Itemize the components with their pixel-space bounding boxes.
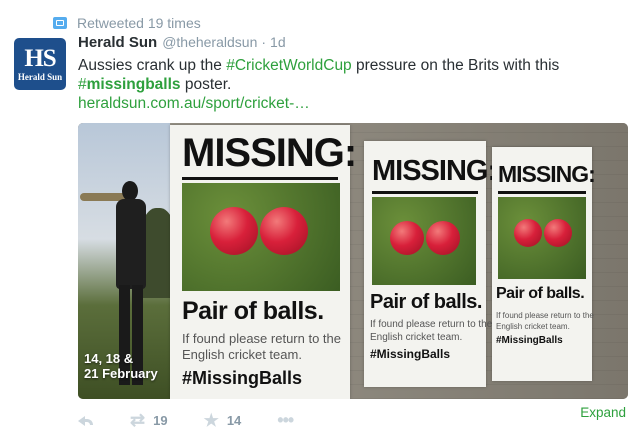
hashtag-cricketworldcup[interactable]: #CricketWorldCup	[226, 57, 351, 74]
star-icon: ★	[203, 410, 219, 430]
poster-2: MISSING: Pair of balls. If found please …	[364, 141, 497, 387]
tweet-header: Herald Sun @theheraldsun · 1d	[78, 34, 286, 54]
poster-hashtag: #MissingBalls	[370, 347, 451, 361]
favorite-count: 14	[226, 412, 242, 428]
poster-body-line-1: If found please return to the	[370, 319, 493, 330]
tweet-text-part: Aussies crank up the	[78, 57, 227, 74]
reply-button[interactable]	[78, 414, 94, 426]
retweet-context: Retweeted 19 times	[53, 13, 201, 33]
poster-subhead: Pair of balls.	[182, 297, 324, 325]
poster-headline: MISSING:	[372, 155, 497, 187]
poster-photo	[498, 197, 586, 279]
poster-rule	[372, 191, 478, 194]
poster-3: MISSING: Pair of balls. If found please …	[492, 147, 596, 381]
poster-hashtag: #MissingBalls	[496, 335, 563, 346]
tweet[interactable]: Retweeted 19 times HS Herald Sun Herald …	[0, 0, 640, 444]
poster-subhead: Pair of balls.	[370, 291, 482, 313]
tweet-photo[interactable]: 14, 18 & 21 February MISSING: Pair of ba…	[78, 123, 628, 399]
retweet-context-icon	[53, 17, 67, 29]
dates-line-1: 14, 18 &	[84, 351, 134, 366]
hashtag-missingballs[interactable]: #missingballs	[78, 76, 181, 93]
person-body	[116, 199, 146, 289]
retweet-icon: ⇄	[130, 410, 146, 430]
poster-headline: MISSING:	[182, 131, 357, 175]
tweet-link[interactable]: heraldsun.com.au/sport/cricket-…	[78, 95, 310, 113]
tweet-actions: ⇄ 19 ★ 14 •••	[78, 408, 329, 432]
poster-photo	[182, 183, 340, 291]
poster-hashtag: #MissingBalls	[182, 368, 303, 388]
favorite-button[interactable]: ★ 14	[204, 412, 242, 429]
poster-rule	[498, 191, 586, 194]
poster-subhead: Pair of balls.	[496, 285, 585, 302]
cricket-ball	[390, 221, 424, 255]
poster-headline: MISSING:	[498, 161, 596, 187]
retweet-count-label: Retweeted 19 times	[77, 15, 201, 31]
hashtag-symbol: #	[78, 76, 87, 93]
poster-rule	[182, 177, 338, 180]
hashtag-text: missingballs	[86, 76, 181, 93]
avatar[interactable]: HS Herald Sun	[14, 38, 66, 90]
poster-photo	[372, 197, 476, 285]
cricket-ball	[544, 219, 572, 247]
tweet-text-part: pressure on the Brits with this	[351, 57, 560, 74]
poster-body-line-2: English cricket team.	[496, 322, 570, 331]
author-name[interactable]: Herald Sun	[78, 34, 157, 51]
tweet-timestamp[interactable]: 1d	[270, 34, 286, 50]
poster-body-line-2: English cricket team.	[370, 332, 463, 343]
poster-1: MISSING: Pair of balls. If found please …	[170, 125, 357, 399]
author-handle[interactable]: @theheraldsun	[162, 34, 257, 50]
person-head	[122, 181, 138, 201]
cricket-ball	[210, 207, 258, 255]
reply-icon	[78, 414, 94, 426]
cricket-ball	[426, 221, 460, 255]
poster-body-line-1: If found please return to the	[496, 311, 594, 320]
more-icon: •••	[277, 409, 294, 430]
poster-body-line-1: If found please return to the	[182, 331, 341, 346]
avatar-initials: HS	[24, 44, 56, 72]
avatar-label: Herald Sun	[17, 71, 63, 82]
poster-body-line-2: English cricket team.	[182, 347, 302, 362]
cricket-ball	[514, 219, 542, 247]
dates-line-2: 21 February	[84, 366, 158, 381]
retweet-count: 19	[153, 412, 168, 428]
tweet-text-part: poster.	[180, 76, 232, 93]
more-button[interactable]: •••	[277, 409, 294, 431]
retweet-button[interactable]: ⇄ 19	[130, 411, 168, 429]
cricket-ball	[260, 207, 308, 255]
expand-link[interactable]: Expand	[580, 405, 626, 420]
header-separator: ·	[261, 34, 267, 50]
event-dates: 14, 18 & 21 February	[84, 351, 158, 381]
tweet-text: Aussies crank up the #CricketWorldCup pr…	[78, 56, 628, 94]
